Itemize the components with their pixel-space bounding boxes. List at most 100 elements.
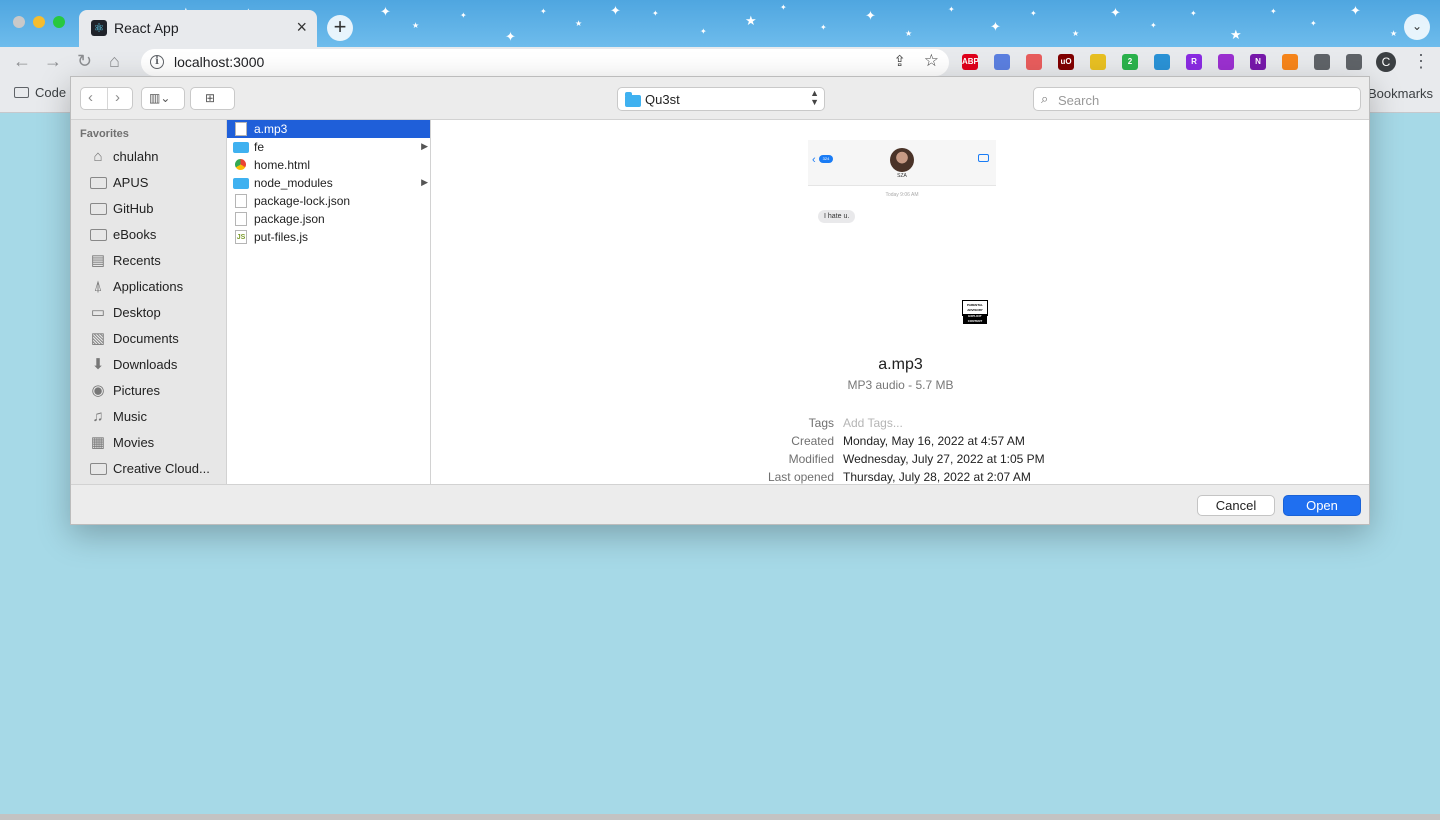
- sidebar-item-creative-cloud[interactable]: Creative Cloud...: [71, 457, 226, 481]
- bookmark-code[interactable]: Code: [14, 85, 66, 100]
- home-icon: ⌂: [93, 148, 103, 165]
- file-icon: [235, 194, 247, 208]
- window-minimize-button[interactable]: [33, 16, 45, 28]
- forward-chevron-icon[interactable]: ›: [115, 89, 120, 107]
- sidebar-item-chulahn[interactable]: ⌂ chulahn: [71, 145, 226, 169]
- onenote-icon[interactable]: N: [1250, 54, 1266, 70]
- file-row[interactable]: a.mp3: [227, 120, 430, 138]
- file-row[interactable]: fe ▶: [227, 138, 430, 156]
- window-bottom-edge: [0, 814, 1440, 820]
- cancel-button[interactable]: Cancel: [1197, 495, 1275, 516]
- star-decoration: ✦: [1110, 5, 1121, 20]
- bookmarks-folder-label[interactable]: Bookmarks: [1368, 86, 1433, 101]
- folder-icon: [90, 463, 107, 475]
- url-text[interactable]: localhost:3000: [174, 54, 264, 70]
- star-decoration: ✦: [380, 4, 391, 19]
- thumbnail-avatar: [890, 148, 914, 172]
- star-decoration: ✦: [990, 19, 1001, 34]
- lightning-icon[interactable]: [1090, 54, 1106, 70]
- sidebar-item-music[interactable]: ♫ Music: [71, 405, 226, 429]
- reload-icon[interactable]: ↻: [77, 51, 92, 71]
- file-name: a.mp3: [254, 122, 288, 136]
- browser-tab[interactable]: ⚛ React App ×: [79, 10, 317, 47]
- file-name: package-lock.json: [254, 194, 351, 208]
- star-decoration: ★: [905, 29, 913, 38]
- file-row[interactable]: package-lock.json: [227, 192, 430, 210]
- folder-icon: [233, 178, 249, 189]
- ublock-icon[interactable]: uO: [1058, 54, 1074, 70]
- chrome-document-icon: [235, 159, 246, 170]
- back-chevron-icon[interactable]: ‹: [88, 89, 93, 107]
- camera-icon[interactable]: [994, 54, 1010, 70]
- close-icon[interactable]: ×: [296, 17, 307, 38]
- file-open-dialog: ‹ › ▥⌄ ⊞ Qu3st ▲ ▼ ⌕ Search Favorites ⌂ ch…: [70, 76, 1370, 525]
- sidebar-item-desktop[interactable]: ▭ Desktop: [71, 301, 226, 325]
- folder-icon: [90, 177, 107, 189]
- file-row[interactable]: JS put-files.js: [227, 228, 430, 246]
- thumbnail-badge: 324: [819, 155, 833, 163]
- sidebar-item-label: chulahn: [113, 149, 159, 164]
- forward-icon[interactable]: →: [44, 51, 62, 71]
- search-field[interactable]: ⌕ Search: [1033, 87, 1361, 111]
- metadata-row: Tags Add Tags...: [432, 416, 1369, 434]
- file-row[interactable]: node_modules ▶: [227, 174, 430, 192]
- thumbnail-message: I hate u.: [818, 210, 856, 223]
- preview-filename: a.mp3: [878, 356, 923, 373]
- view-mode-button[interactable]: ▥⌄: [141, 87, 185, 110]
- search-placeholder: Search: [1058, 93, 1100, 108]
- metadata-value: Wednesday, July 27, 2022 at 1:05 PM: [843, 452, 1045, 466]
- star-decoration: ✦: [700, 27, 707, 36]
- pulse-icon[interactable]: 2: [1122, 54, 1138, 70]
- new-folder-button[interactable]: ⊞: [190, 87, 235, 110]
- sidebar-item-downloads[interactable]: ⬇ Downloads: [71, 353, 226, 377]
- star-decoration: ✦: [780, 3, 787, 12]
- star-decoration: ✦: [948, 5, 955, 14]
- pdf-icon[interactable]: [1026, 54, 1042, 70]
- circle-icon[interactable]: [1218, 54, 1234, 70]
- metamask-icon[interactable]: [1282, 54, 1298, 70]
- file-row[interactable]: package.json: [227, 210, 430, 228]
- bookmark-star-icon[interactable]: ☆: [924, 51, 939, 71]
- tags-field[interactable]: Add Tags...: [843, 416, 903, 430]
- new-tab-button[interactable]: +: [327, 15, 353, 41]
- window-maximize-button[interactable]: [53, 16, 65, 28]
- sidebar-item-apus[interactable]: APUS: [71, 171, 226, 195]
- camera-icon: ◉: [91, 382, 105, 399]
- puzzle-icon[interactable]: [1314, 54, 1330, 70]
- address-bar[interactable]: i localhost:3000 ⇪ ☆: [141, 49, 949, 76]
- r-icon[interactable]: R: [1186, 54, 1202, 70]
- window-close-button[interactable]: [13, 16, 25, 28]
- advisory-bottom-text: EXPLICIT CONTENT: [963, 314, 987, 324]
- sidebar-item-movies[interactable]: ▦ Movies: [71, 431, 226, 455]
- video-call-icon: [978, 154, 989, 162]
- file-icon: [235, 122, 247, 136]
- tab-search-button[interactable]: ⌄: [1404, 14, 1430, 40]
- metadata-label: Modified: [788, 452, 834, 466]
- menu-icon[interactable]: ⋮: [1412, 51, 1430, 71]
- sidebar-item-ebooks[interactable]: eBooks: [71, 223, 226, 247]
- sidebar-item-pictures[interactable]: ◉ Pictures: [71, 379, 226, 403]
- sidebar-item-github[interactable]: GitHub: [71, 197, 226, 221]
- star-decoration: ✦: [820, 23, 827, 32]
- window-icon[interactable]: [1154, 54, 1170, 70]
- home-icon[interactable]: ⌂: [109, 51, 120, 71]
- disclosure-arrow-icon: ▶: [421, 177, 428, 187]
- star-decoration: ★: [1230, 27, 1242, 42]
- browser-toolbar: ← → ↻ ⌂ i localhost:3000 ⇪ ☆ ABP uO 2 R N C …: [0, 47, 1440, 77]
- location-popup[interactable]: Qu3st ▲ ▼: [617, 87, 825, 111]
- profile-avatar[interactable]: C: [1376, 52, 1396, 72]
- open-button[interactable]: Open: [1283, 495, 1361, 516]
- sidebar-item-label: Desktop: [113, 305, 161, 320]
- thumbnail-contact: SZA: [897, 173, 907, 179]
- adblock-plus-icon[interactable]: ABP: [962, 54, 979, 70]
- sidebar-item-applications[interactable]: ⍋ Applications: [71, 275, 226, 299]
- site-info-icon[interactable]: i: [150, 55, 164, 69]
- file-row[interactable]: home.html: [227, 156, 430, 174]
- sidebar-item-documents[interactable]: ▧ Documents: [71, 327, 226, 351]
- sidepanel-icon[interactable]: [1346, 54, 1362, 70]
- react-icon: ⚛: [91, 20, 107, 36]
- share-icon[interactable]: ⇪: [893, 52, 906, 70]
- preview-pane: ‹ 324 SZA Today 9:06 AM I hate u. PARENT…: [432, 120, 1369, 484]
- back-icon[interactable]: ←: [13, 51, 31, 71]
- sidebar-item-recents[interactable]: ▤ Recents: [71, 249, 226, 273]
